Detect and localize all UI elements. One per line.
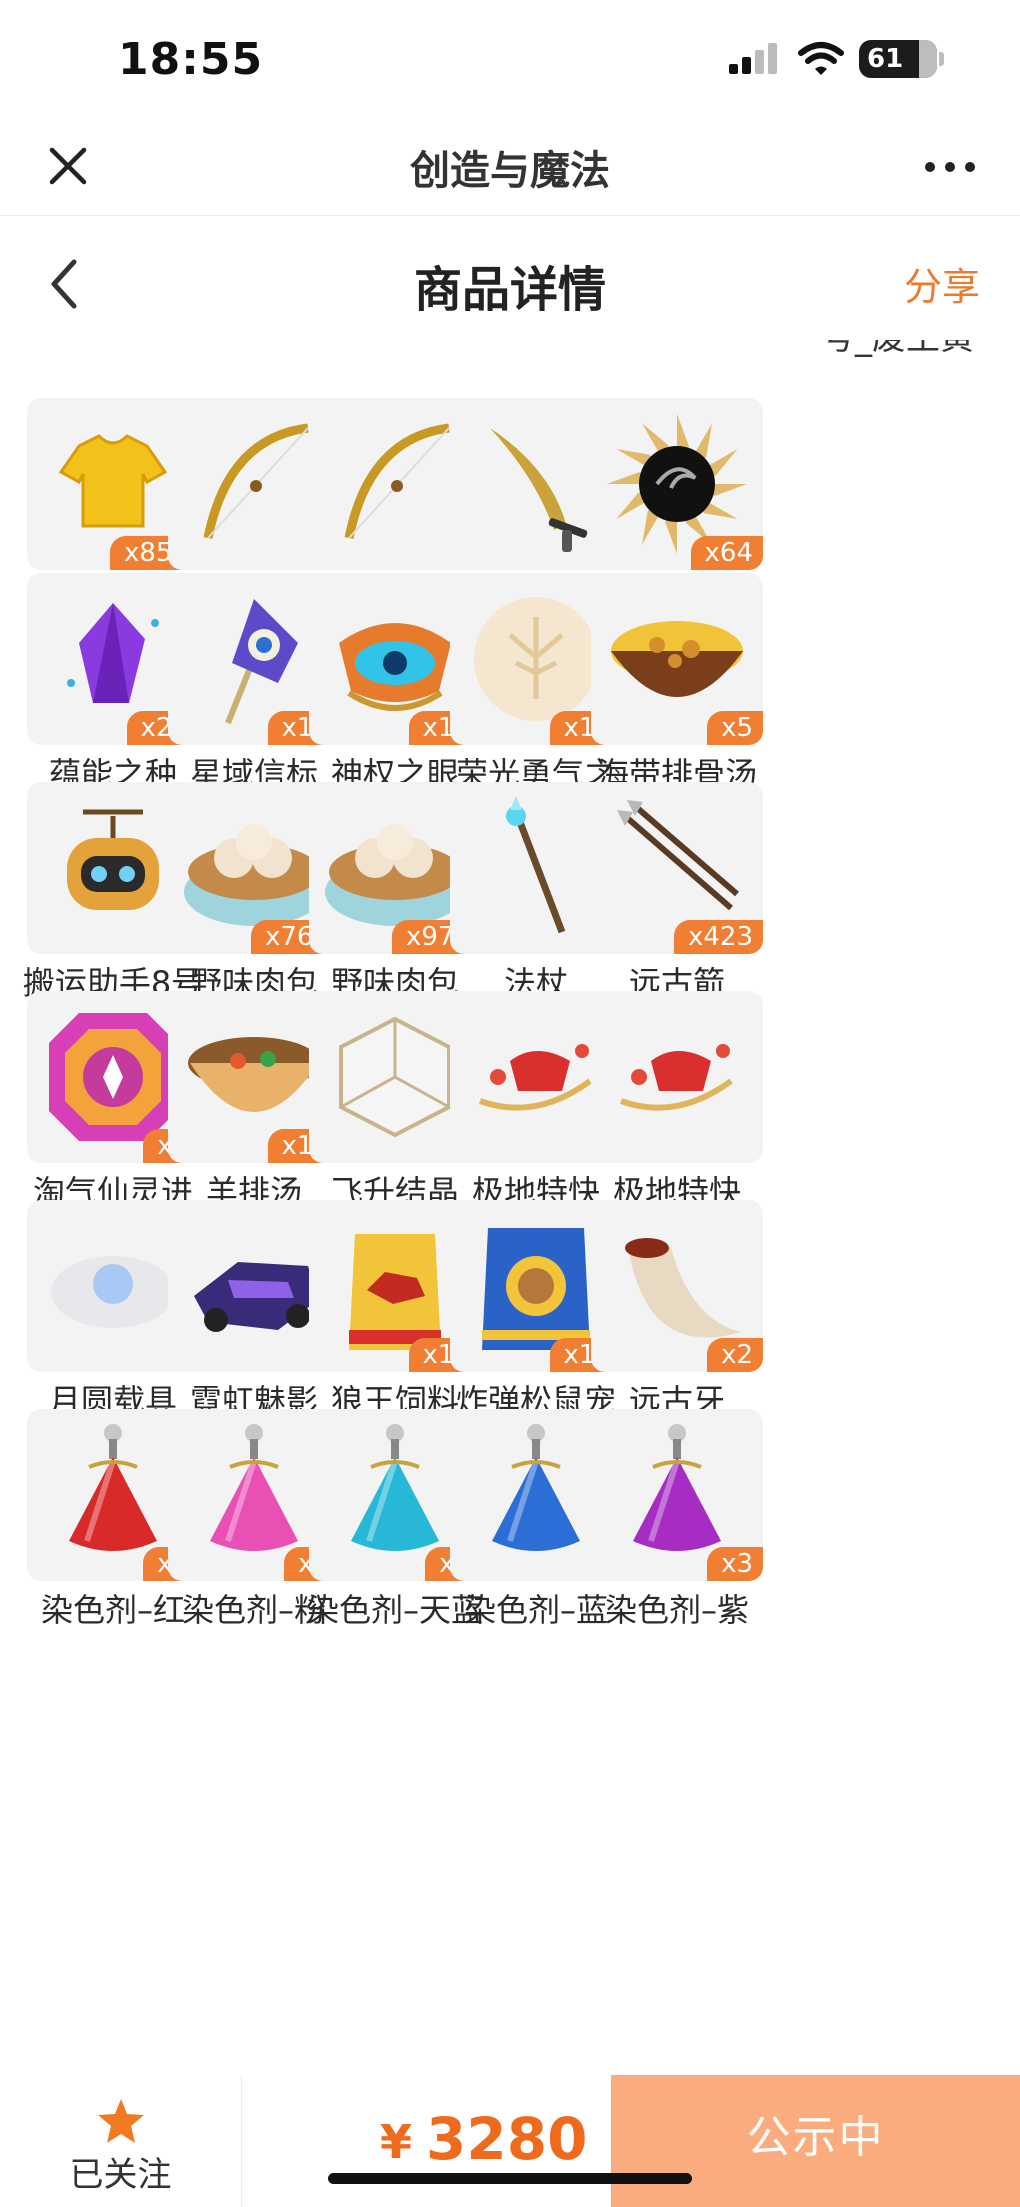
app-title: 创造与魔法 xyxy=(410,148,610,194)
more-icon[interactable] xyxy=(918,142,982,192)
follow-button[interactable]: 已关注 xyxy=(0,2075,242,2207)
home-indicator xyxy=(328,2173,692,2184)
page-title: 商品详情 xyxy=(413,262,606,318)
app-bar: 创造与魔法 xyxy=(0,120,1020,216)
status-time: 18:55 xyxy=(118,34,264,85)
follow-label: 已关注 xyxy=(69,2155,172,2195)
item-grid-scroll[interactable]: 号_废土黄 x856霓裳碎片史诗金弓史诗金弓史诗金剑x64深渊视界x22蕴能之种… xyxy=(0,340,1020,2070)
item-thumbnail: x2 xyxy=(591,1200,763,1372)
grid-item[interactable]: x2 远古牙 xyxy=(591,1200,763,1424)
share-button[interactable]: 分享 xyxy=(904,256,980,311)
quantity-badge: x64 xyxy=(690,536,763,570)
item-thumbnail: x423 xyxy=(591,782,763,954)
battery-icon: 61 xyxy=(859,40,937,78)
grid-item[interactable]: x5 海带排骨汤 xyxy=(591,573,763,797)
status-bar: 18:55 61 xyxy=(0,0,1020,120)
cut-off-label: 号_废土黄 xyxy=(821,340,974,364)
wifi-icon xyxy=(798,42,844,75)
grid-item[interactable]: 极地特快 xyxy=(591,991,763,1215)
sleigh-icon xyxy=(591,991,763,1163)
item-label: 染色剂–紫 xyxy=(604,1591,749,1629)
currency-symbol: ¥ xyxy=(380,2115,413,2169)
nav-bar: 商品详情 分享 xyxy=(0,216,1020,346)
quantity-badge: x5 xyxy=(707,711,763,745)
status-button[interactable]: 公示中 xyxy=(611,2075,1020,2207)
quantity-badge: x2 xyxy=(707,1338,763,1372)
item-thumbnail xyxy=(591,991,763,1163)
item-thumbnail: x3 xyxy=(591,1409,763,1581)
cellular-signal-icon xyxy=(729,43,777,74)
battery-level: 61 xyxy=(867,44,904,74)
bottom-bar: 已关注 ¥ 3280 公示中 xyxy=(0,2075,1020,2207)
item-thumbnail: x64 xyxy=(591,398,763,570)
price: ¥ 3280 xyxy=(242,2075,610,2207)
status-icons: 61 xyxy=(727,40,944,78)
star-icon xyxy=(98,2099,144,2143)
quantity-badge: x423 xyxy=(673,920,763,954)
grid-item[interactable]: x3 染色剂–紫 xyxy=(591,1409,763,1633)
grid-item[interactable]: x423 远古箭 xyxy=(591,782,763,1006)
quantity-badge: x3 xyxy=(707,1547,763,1581)
price-value: 3280 xyxy=(426,2105,588,2173)
item-thumbnail: x5 xyxy=(591,573,763,745)
